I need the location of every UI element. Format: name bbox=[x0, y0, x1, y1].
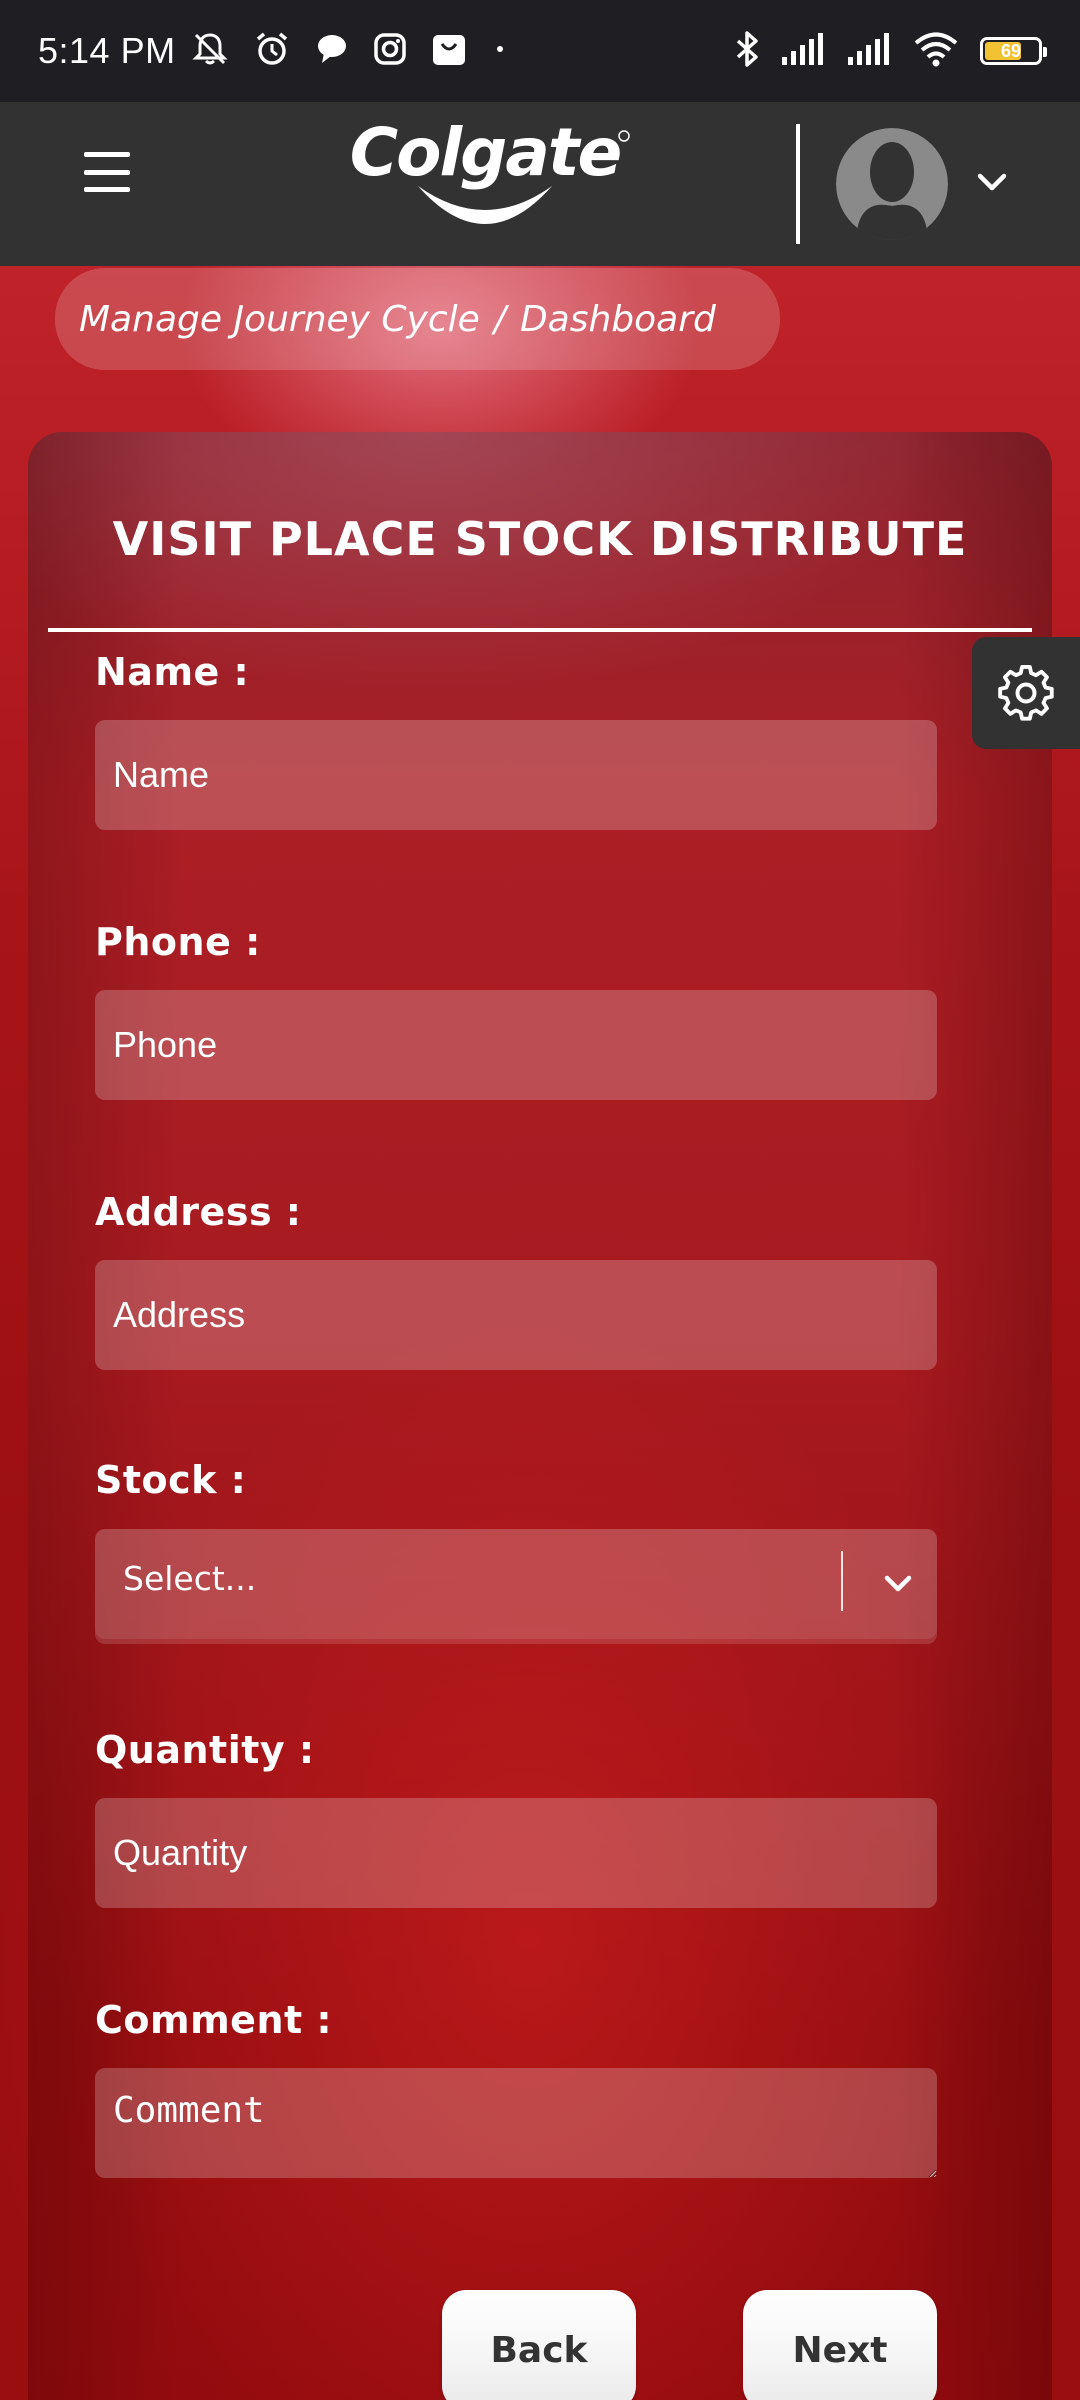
smile-swoosh-icon bbox=[418, 130, 630, 224]
chat-bubble-icon bbox=[314, 31, 350, 71]
instagram-icon bbox=[372, 31, 408, 71]
app-header: Colgate bbox=[0, 102, 1080, 266]
alarm-icon bbox=[252, 29, 292, 73]
address-input[interactable] bbox=[95, 1260, 937, 1370]
battery-icon: 69 bbox=[980, 37, 1047, 65]
form-title: VISIT PLACE STOCK DISTRIBUTE bbox=[112, 512, 968, 566]
stock-select[interactable]: Select... bbox=[95, 1529, 937, 1639]
address-label: Address : bbox=[95, 1190, 302, 1234]
gear-icon bbox=[998, 664, 1054, 721]
status-time: 5:14 PM bbox=[38, 30, 176, 71]
status-bar: 5:14 PM 69 bbox=[0, 0, 1080, 102]
title-divider bbox=[48, 628, 1032, 632]
name-label: Name : bbox=[95, 650, 250, 694]
form-card: VISIT PLACE STOCK DISTRIBUTE Name : Phon… bbox=[28, 432, 1052, 2400]
brand-logo: Colgate bbox=[340, 114, 640, 244]
shopping-bag-icon bbox=[430, 30, 468, 72]
comment-textarea[interactable] bbox=[95, 2068, 937, 2178]
status-system-icons: 69 bbox=[730, 29, 1047, 73]
breadcrumb: Manage Journey Cycle / Dashboard bbox=[55, 268, 780, 370]
name-input[interactable] bbox=[95, 720, 937, 830]
header-divider bbox=[796, 124, 800, 244]
user-avatar-icon[interactable] bbox=[836, 128, 948, 240]
signal-icon bbox=[780, 31, 830, 71]
stock-select-value: Select... bbox=[123, 1558, 257, 1598]
bluetooth-icon bbox=[730, 29, 764, 73]
stock-label: Stock : bbox=[95, 1458, 247, 1502]
chevron-down-icon[interactable] bbox=[881, 1567, 915, 1605]
comment-label: Comment : bbox=[95, 1998, 333, 2042]
select-separator bbox=[841, 1551, 843, 1611]
signal-icon bbox=[846, 31, 896, 71]
breadcrumb-separator: / bbox=[493, 298, 506, 340]
settings-button[interactable] bbox=[972, 637, 1080, 749]
breadcrumb-item-dashboard[interactable]: Dashboard bbox=[520, 299, 716, 340]
quantity-label: Quantity : bbox=[95, 1728, 315, 1772]
chevron-down-icon[interactable] bbox=[974, 164, 1010, 204]
phone-label: Phone : bbox=[95, 920, 261, 964]
battery-level: 69 bbox=[1000, 40, 1022, 61]
breadcrumb-item-manage-journey-cycle[interactable]: Manage Journey Cycle bbox=[79, 299, 480, 340]
mute-bell-icon bbox=[190, 29, 230, 73]
status-notification-icons bbox=[190, 29, 510, 73]
back-button[interactable]: Back bbox=[442, 2290, 636, 2400]
hamburger-icon[interactable] bbox=[84, 152, 130, 192]
quantity-input[interactable] bbox=[95, 1798, 937, 1908]
next-button[interactable]: Next bbox=[743, 2290, 937, 2400]
dot-icon bbox=[490, 39, 510, 63]
phone-input[interactable] bbox=[95, 990, 937, 1100]
wifi-icon bbox=[912, 30, 960, 72]
